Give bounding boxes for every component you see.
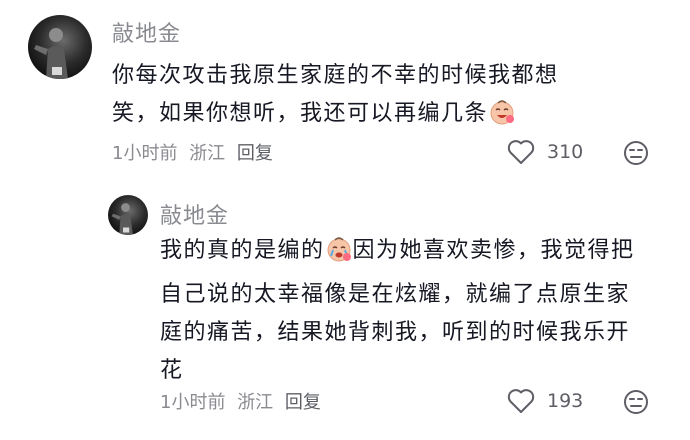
avatar-figure-icon (111, 203, 133, 235)
comment-meta: 1小时前 浙江 回复 (160, 388, 327, 414)
comment-username[interactable]: 敲地金 (160, 198, 229, 230)
comment-text: 你每次攻击我原生家庭的不幸的时候我都想笑，如果你想听，我还可以再编几条 (112, 57, 567, 139)
comment-username[interactable]: 敲地金 (112, 16, 181, 48)
dislike-face-icon (624, 141, 648, 165)
dislike-face-icon (624, 390, 648, 414)
comment-location: 浙江 (237, 392, 274, 413)
crying-baby-emoji (325, 235, 353, 276)
like-count: 193 (547, 390, 584, 412)
avatar-figure-icon (34, 28, 68, 79)
dislike-button[interactable] (622, 388, 650, 420)
like-button[interactable]: 310 (507, 139, 583, 165)
reply-button[interactable]: 回复 (285, 392, 321, 413)
comment-meta: 1小时前 浙江 回复 (112, 139, 279, 165)
avatar[interactable] (28, 15, 92, 79)
heart-outline-icon (507, 389, 535, 413)
comment-time: 1小时前 (112, 143, 178, 164)
heart-outline-icon (507, 140, 535, 164)
comment-text: 我的真的是编的 因为她喜欢卖惨，我觉得把自己说的太幸福像是在炫耀，就编了点原生家… (160, 232, 645, 390)
comment-location: 浙江 (189, 143, 226, 164)
like-count: 310 (547, 141, 584, 163)
reply-button[interactable]: 回复 (237, 143, 273, 164)
dislike-button[interactable] (622, 139, 650, 171)
comment-time: 1小时前 (160, 392, 226, 413)
like-button[interactable]: 193 (507, 388, 583, 414)
laughing-baby-emoji (488, 98, 516, 139)
avatar[interactable] (108, 195, 148, 235)
